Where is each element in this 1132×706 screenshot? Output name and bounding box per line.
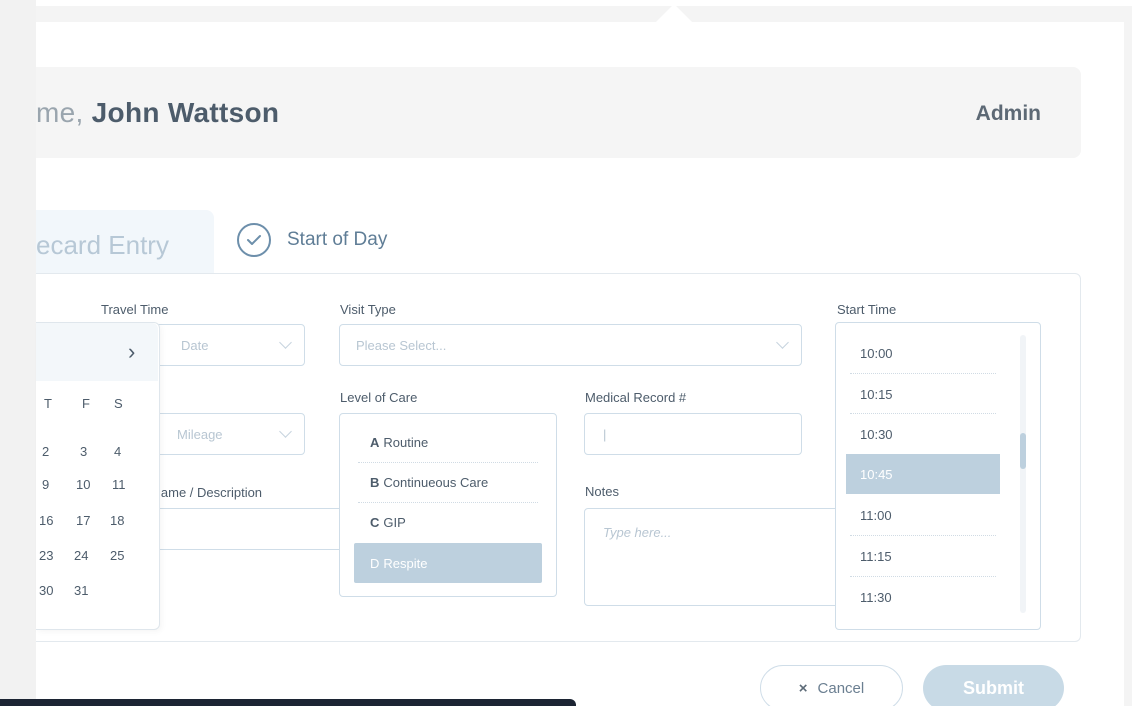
bottom-dark-bar <box>0 699 576 706</box>
calendar-day[interactable]: 4 <box>114 444 121 459</box>
start-time-label: Start Time <box>837 302 897 317</box>
chevron-down-icon <box>279 336 292 349</box>
date-placeholder: Date <box>181 338 209 353</box>
start-time-scrollbar[interactable] <box>1020 335 1026 613</box>
greeting-prefix: me, <box>36 97 84 128</box>
calendar-day[interactable]: 17 <box>76 513 90 528</box>
tab-timecard-entry[interactable]: ecard Entry <box>36 210 214 274</box>
user-name: John Wattson <box>91 97 280 128</box>
mileage-placeholder: Mileage <box>177 427 223 442</box>
level-of-care-label: Level of Care <box>340 390 418 405</box>
calendar-day[interactable]: 25 <box>110 548 124 563</box>
calendar-day[interactable]: 9 <box>42 477 49 492</box>
top-shadow <box>36 6 1124 22</box>
name-description-input[interactable] <box>140 508 340 550</box>
calendar-popover: › T F S 2 3 4 9 10 11 16 17 18 23 24 25 … <box>36 322 160 630</box>
tab-start-of-day[interactable]: Start of Day <box>237 222 387 258</box>
calendar-day[interactable]: 16 <box>39 513 53 528</box>
calendar-day[interactable]: 24 <box>74 548 88 563</box>
visit-type-select[interactable]: Please Select... <box>339 324 802 366</box>
check-circle-icon <box>237 223 271 257</box>
calendar-day[interactable]: 3 <box>80 444 87 459</box>
visit-type-placeholder: Please Select... <box>356 338 447 353</box>
notes-placeholder: Type here... <box>603 525 672 540</box>
time-option[interactable]: 10:15 <box>846 374 1000 414</box>
tab-start-of-day-label: Start of Day <box>287 229 388 250</box>
calendar-day[interactable]: 18 <box>110 513 124 528</box>
submit-label: Submit <box>963 677 1024 698</box>
close-icon: × <box>798 679 808 697</box>
scrollbar-thumb[interactable] <box>1020 433 1026 469</box>
visit-type-label: Visit Type <box>340 302 396 317</box>
left-panel-edge <box>0 0 36 706</box>
level-of-care-list: A Routine B Continueous Care C GIP D Respite <box>339 413 557 597</box>
mileage-select[interactable]: Mileage <box>140 413 305 455</box>
time-option[interactable]: 11:00 <box>846 495 1000 535</box>
time-option[interactable]: 11:30 <box>846 577 1000 617</box>
weekday-header: F <box>82 396 90 411</box>
header-card: me, John Wattson Admin <box>36 67 1081 158</box>
date-select[interactable]: Date <box>140 324 305 366</box>
cancel-button[interactable]: × Cancel <box>760 665 903 706</box>
calendar-day[interactable]: 10 <box>76 477 90 492</box>
time-option[interactable]: 10:00 <box>846 333 1000 373</box>
start-time-list: 10:00 10:15 10:30 10:45 11:00 11:15 11:3… <box>835 322 1041 630</box>
travel-time-label: Travel Time <box>101 302 169 317</box>
medical-record-input[interactable]: | <box>584 413 802 455</box>
tab-timecard-entry-label: ecard Entry <box>36 230 169 260</box>
weekday-header: S <box>114 396 123 411</box>
popover-notch <box>656 4 692 22</box>
weekday-header: T <box>44 396 52 411</box>
greeting: me, John Wattson <box>36 97 279 129</box>
time-option[interactable]: 10:30 <box>846 414 1000 454</box>
chevron-down-icon <box>776 336 789 349</box>
medical-record-value: | <box>603 427 607 442</box>
name-description-label: lame / Description <box>158 485 263 500</box>
cancel-label: Cancel <box>817 679 865 697</box>
medical-record-label: Medical Record # <box>585 390 687 405</box>
chevron-down-icon <box>279 425 292 438</box>
submit-button[interactable]: Submit <box>923 665 1064 706</box>
time-option[interactable]: 11:15 <box>846 536 1000 576</box>
level-of-care-option-c[interactable]: C GIP <box>354 502 542 542</box>
level-of-care-option-d[interactable]: D Respite <box>354 543 542 583</box>
time-option-selected[interactable]: 10:45 <box>846 454 1000 494</box>
calendar-day[interactable]: 23 <box>39 548 53 563</box>
level-of-care-option-a[interactable]: A Routine <box>354 422 542 462</box>
calendar-day[interactable]: 2 <box>42 444 49 459</box>
level-of-care-option-b[interactable]: B Continueous Care <box>354 462 542 502</box>
chevron-right-icon[interactable]: › <box>128 339 135 365</box>
calendar-day[interactable]: 11 <box>112 477 126 492</box>
calendar-header: › <box>36 323 158 381</box>
calendar-day[interactable]: 31 <box>74 583 88 598</box>
calendar-day[interactable]: 30 <box>39 583 53 598</box>
right-edge <box>1124 6 1132 706</box>
notes-textarea[interactable]: Type here... <box>584 508 854 606</box>
user-role[interactable]: Admin <box>976 102 1041 126</box>
notes-label: Notes <box>585 484 619 499</box>
